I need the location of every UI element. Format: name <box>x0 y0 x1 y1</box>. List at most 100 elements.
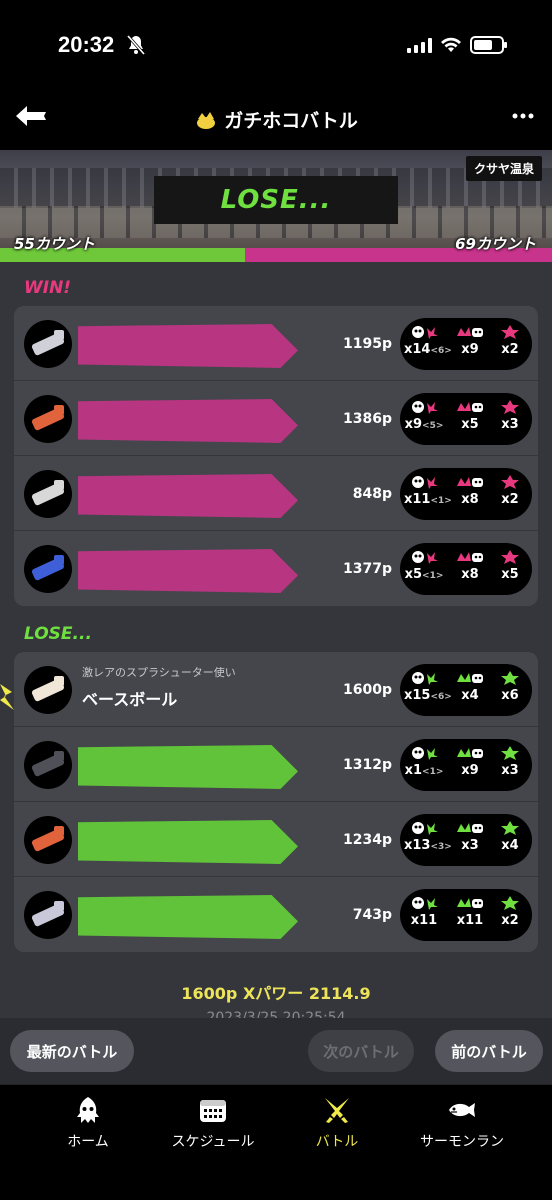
battle-navigation: 最新のバトル 次のバトル 前のバトル <box>0 1018 552 1084</box>
weapon-icon <box>24 545 72 593</box>
death-stat: x8 <box>450 549 490 582</box>
self-marker-icon <box>0 684 14 710</box>
wifi-icon <box>441 37 461 52</box>
previous-battle-button[interactable]: 前のバトル <box>435 1030 543 1072</box>
status-bar: 20:32 <box>0 0 552 90</box>
player-stats: x15<6> x4 x6 <box>400 664 532 716</box>
splat-value: x11 <box>404 492 431 507</box>
weapon-icon <box>24 741 72 789</box>
status-time: 20:32 <box>58 32 115 57</box>
tab-salmon-run[interactable]: サーモンラン <box>402 1095 522 1151</box>
weapon-icon <box>24 666 72 714</box>
death-value: x8 <box>461 567 479 582</box>
death-stat: x3 <box>450 820 490 853</box>
player-stats: x13<3> x3 x4 <box>400 814 532 866</box>
splat-value: x1 <box>404 763 423 778</box>
splat-stat: x5<1> <box>404 549 444 582</box>
player-points: 1600p <box>343 682 392 698</box>
special-stat: x2 <box>490 474 530 507</box>
player-name: ベースボール <box>82 690 178 709</box>
tab-battle[interactable]: バトル <box>277 1095 397 1151</box>
weapon-icon <box>24 816 72 864</box>
weapon-tip <box>54 330 64 340</box>
player-points: 1234p <box>343 832 392 848</box>
stage-name: クサヤ温泉 <box>465 156 542 181</box>
splat-value: x15 <box>404 688 431 703</box>
hidden-name-plate <box>78 745 298 789</box>
splat-icon <box>412 822 438 835</box>
more-menu-icon[interactable] <box>508 104 538 128</box>
player-points: 848p <box>352 486 392 502</box>
result-text: LOSE... <box>220 185 332 215</box>
win-player-row[interactable]: 1377p x5<1> x8 x5 <box>14 531 538 606</box>
splat-icon <box>412 551 438 564</box>
player-stats: x11<1> x8 x2 <box>400 468 532 520</box>
win-player-row[interactable]: 848p x11<1> x8 x2 <box>14 456 538 531</box>
tab-schedule[interactable]: スケジュール <box>153 1095 273 1151</box>
assist-count: <6> <box>430 692 452 702</box>
splat-icon <box>412 326 438 339</box>
player-title: 激レアのスプラシューター使い <box>82 666 236 679</box>
death-icon <box>457 477 483 487</box>
next-battle-button[interactable]: 次のバトル <box>308 1030 414 1072</box>
page-title: ガチホコバトル <box>0 106 552 133</box>
tab-salmon-run-label: サーモンラン <box>420 1134 504 1150</box>
tab-home-label: ホーム <box>67 1134 109 1150</box>
player-stats: x11 x11 x2 <box>400 889 532 941</box>
player-points: 1386p <box>343 411 392 427</box>
death-count: x3 <box>450 838 490 853</box>
splat-stat: x11 <box>404 895 444 928</box>
win-team-panel: 1195p x14<6> x9 x2 1386p x9<5> x5 x3 848p x11<1> x… <box>14 306 538 606</box>
calendar-icon <box>200 1100 226 1122</box>
win-player-row[interactable]: 1195p x14<6> x9 x2 <box>14 306 538 381</box>
death-icon <box>457 823 483 833</box>
lose-player-row[interactable]: 激レアのスプラシューター使いベースボール 1600p x15<6> x4 x6 <box>14 652 538 727</box>
win-player-row[interactable]: 1386p x9<5> x5 x3 <box>14 381 538 456</box>
death-count: x4 <box>450 688 490 703</box>
death-count: x5 <box>450 417 490 432</box>
their-count: 69カウント <box>455 235 536 253</box>
death-icon <box>457 552 483 562</box>
assist-count: <6> <box>430 346 452 356</box>
assist-count: <1> <box>422 767 444 777</box>
special-stat: x6 <box>490 670 530 703</box>
death-icon <box>457 673 483 683</box>
death-stat: x11 <box>450 895 490 928</box>
special-icon <box>501 746 519 760</box>
player-points: 1195p <box>343 336 392 352</box>
death-count: x8 <box>450 492 490 507</box>
lose-player-row[interactable]: 743p x11 x11 x2 <box>14 877 538 952</box>
lose-player-row[interactable]: 1312p x1<1> x9 x3 <box>14 727 538 802</box>
hidden-name-plate <box>78 549 298 593</box>
battle-detail[interactable]: WIN! 1195p x14<6> x9 x2 1386p x9<5> x5 x3 848p x1… <box>0 262 552 1082</box>
special-value: x3 <box>501 417 519 432</box>
death-icon <box>457 402 483 412</box>
special-icon <box>501 896 519 910</box>
battery-icon <box>470 36 507 54</box>
weapon-tip <box>54 405 64 415</box>
player-points: 743p <box>352 907 392 923</box>
death-value: x4 <box>461 688 479 703</box>
lose-player-row[interactable]: 1234p x13<3> x3 x4 <box>14 802 538 877</box>
splat-icon <box>412 476 438 489</box>
tab-home[interactable]: ホーム <box>28 1095 148 1151</box>
special-count: x2 <box>490 913 530 928</box>
weapon-tip <box>54 901 64 911</box>
death-stat: x9 <box>450 324 490 357</box>
latest-battle-button[interactable]: 最新のバトル <box>10 1030 134 1072</box>
special-value: x4 <box>501 838 519 853</box>
death-value: x9 <box>461 763 479 778</box>
player-stats: x1<1> x9 x3 <box>400 739 532 791</box>
splat-count: x11 <box>404 913 444 928</box>
hidden-name-plate <box>78 820 298 864</box>
special-value: x2 <box>501 342 519 357</box>
special-count: x6 <box>490 688 530 703</box>
splat-icon <box>412 672 438 685</box>
splat-stat: x13<3> <box>404 820 452 853</box>
death-icon <box>457 748 483 758</box>
splat-count: x14<6> <box>404 342 452 357</box>
special-stat: x3 <box>490 745 530 778</box>
death-count: x9 <box>450 763 490 778</box>
splat-stat: x15<6> <box>404 670 452 703</box>
stage-banner: クサヤ温泉 LOSE... 55カウント 69カウント <box>0 150 552 262</box>
